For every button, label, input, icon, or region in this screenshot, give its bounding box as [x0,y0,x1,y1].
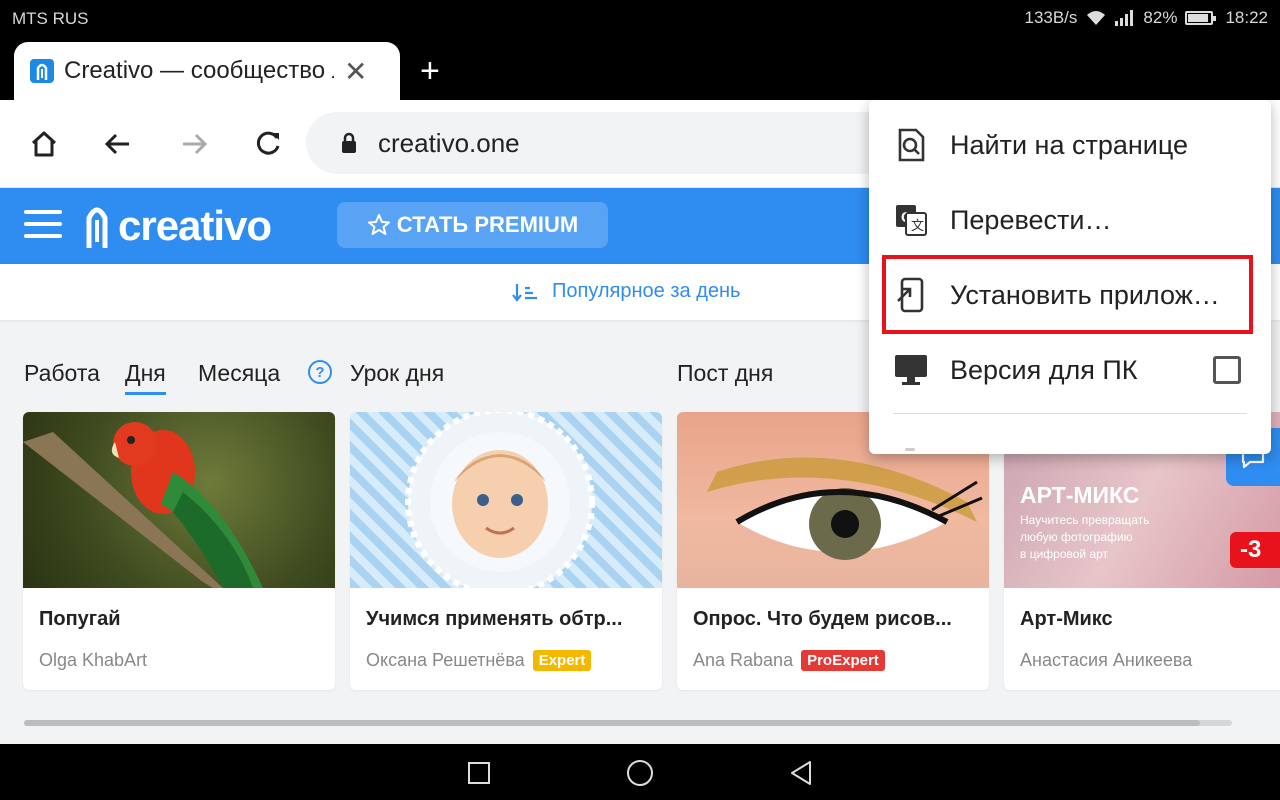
android-nav-bar [0,744,1280,800]
clock: 18:22 [1225,8,1268,27]
address-bar[interactable]: creativo.one [306,112,946,174]
card-author[interactable]: Анастасия Аникеева [1020,650,1192,671]
card-author[interactable]: Olga KhabArt [39,650,147,671]
url-text: creativo.one [378,127,520,158]
creativo-favicon-icon [30,59,54,83]
site-logo[interactable]: creativo [84,202,272,250]
author-name: Оксана Решетнёва [366,650,525,670]
menu-label: Версия для ПК [950,354,1138,385]
forward-arrow-icon[interactable] [176,126,212,162]
menu-scroll-indicator [905,448,915,451]
scrollbar-thumb[interactable] [24,720,1200,726]
menu-label: Перевести… [950,204,1112,235]
signal-icon [1115,10,1134,26]
translate-icon: G文 [893,202,929,238]
tab-month[interactable]: Месяца [198,360,280,387]
premium-label: СТАТЬ PREMIUM [396,212,579,237]
parrot-image [23,412,335,588]
expert-badge: Expert [532,650,592,671]
star-icon [367,214,390,235]
post-of-day-heading: Пост дня [677,360,774,386]
promo-text-2: любую фотографию [1020,530,1133,544]
tab-day[interactable]: Дня [125,360,166,395]
tab-work[interactable]: Работа [24,360,100,387]
home-icon[interactable] [26,126,62,162]
sort-label: Популярное за день [552,280,741,302]
card-title: Опрос. Что будем рисов... [693,608,952,630]
recents-square-icon[interactable] [464,758,494,788]
card-lesson[interactable]: Учимся применять обтр... Оксана Решетнёв… [350,412,662,690]
reload-icon[interactable] [250,126,286,162]
menu-divider [893,413,1247,414]
browser-tab[interactable]: Creativo — сообщество л ✕ [14,42,400,100]
home-circle-icon[interactable] [625,758,655,788]
sort-dropdown[interactable]: Популярное за день [512,280,740,303]
author-name: Olga KhabArt [39,650,148,670]
tab-title: Creativo — сообщество л [64,57,334,84]
back-arrow-icon[interactable] [100,126,136,162]
sort-icon [512,283,537,302]
promo-text-1: Научитесь превращать [1020,513,1150,527]
tab-strip: Creativo — сообщество л ✕ + [0,38,1280,100]
wifi-icon [1087,11,1106,25]
horizontal-scrollbar[interactable] [24,720,1232,726]
baby-frame-image [350,412,662,588]
svg-text:文: 文 [911,219,924,234]
lesson-of-day-heading: Урок дня [350,360,445,386]
desktop-site-checkbox[interactable] [1213,356,1241,384]
promo-text-3: в цифровой арт [1020,547,1109,561]
network-speed: 133B/s [1024,8,1078,27]
menu-item-translate[interactable]: G文 Перевести… [869,183,1271,257]
desktop-monitor-icon [893,352,929,388]
status-bar: MTS RUS 133B/s 82% 18:22 [0,0,1280,38]
battery-percent: 82% [1143,8,1178,27]
promo-heading: АРТ-МИКС [1020,482,1140,508]
new-tab-button[interactable]: + [420,52,440,91]
menu-item-find-in-page[interactable]: Найти на странице [869,108,1271,182]
card-title: Попугай [39,608,121,630]
card-title: Учимся применять обтр... [366,608,623,630]
screen: MTS RUS 133B/s 82% 18:22 Creativo — сооб… [0,0,1280,800]
card-author[interactable]: Ana Rabana ProExpert [693,650,885,671]
logo-text: creativo [118,202,272,249]
battery-icon [1185,11,1217,25]
author-name: Анастасия Аникеева [1020,650,1193,670]
proexpert-badge: ProExpert [801,650,885,671]
close-tab-icon[interactable]: ✕ [344,55,367,88]
highlight-box [882,255,1253,334]
lock-icon [342,132,356,153]
card-author[interactable]: Оксана Решетнёва Expert [366,650,592,671]
creativo-logo-icon [86,207,108,248]
menu-label: Найти на странице [950,129,1189,160]
card-parrot[interactable]: Попугай Olga KhabArt [23,412,335,690]
discount-badge: -3 [1230,532,1280,568]
hamburger-menu-icon[interactable] [24,210,62,240]
back-triangle-icon[interactable] [786,758,816,788]
author-name: Ana Rabana [693,650,794,670]
help-icon[interactable]: ? [308,360,332,384]
menu-item-desktop-site[interactable]: Версия для ПК [869,333,1271,407]
premium-button[interactable]: СТАТЬ PREMIUM [337,202,608,248]
card-title: Арт-Микс [1020,608,1113,630]
carrier-name: MTS RUS [12,9,89,28]
find-in-page-icon [893,127,929,163]
